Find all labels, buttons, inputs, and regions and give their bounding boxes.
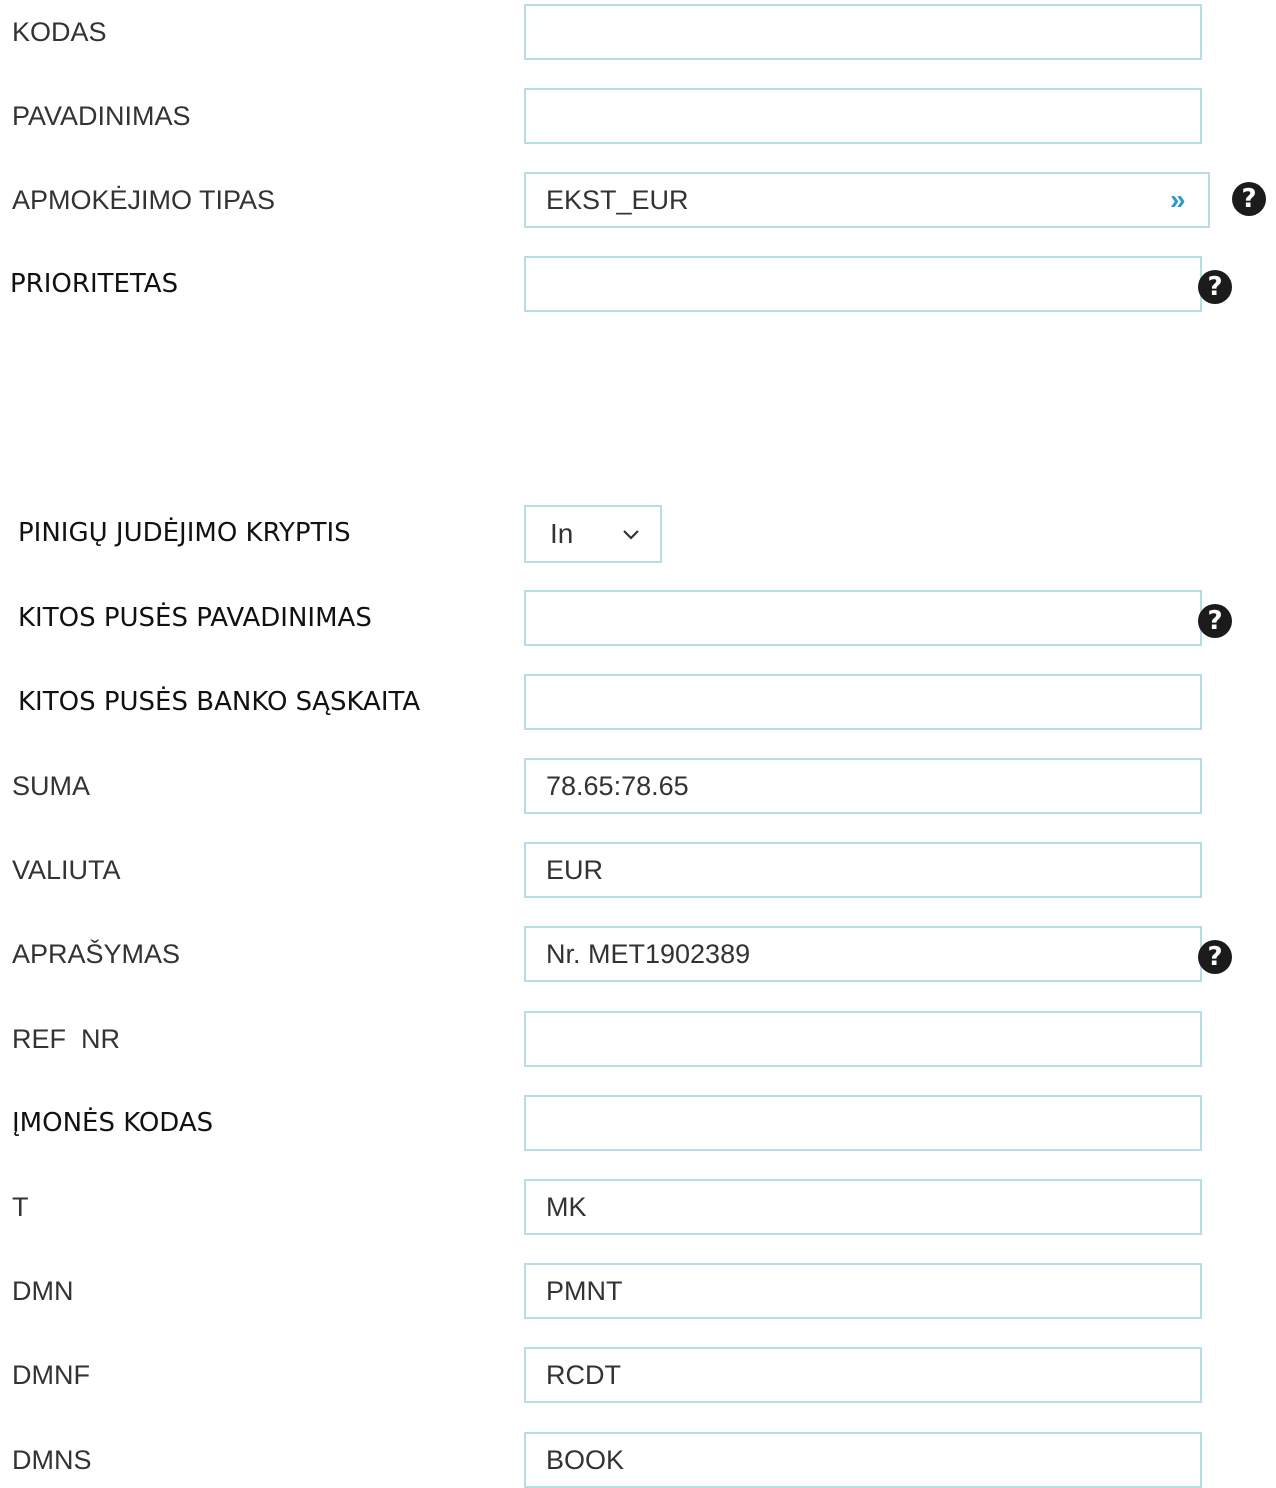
ref-nr-input[interactable] (524, 1011, 1202, 1067)
pinigu-judejimo-kryptis-select[interactable]: In (524, 505, 662, 563)
label-dmn: DMN (12, 1276, 74, 1306)
label-aprasymas: APRAŠYMAS (12, 939, 181, 969)
label-ref-nr: REF NR (12, 1024, 120, 1054)
row-suma: SUMA (0, 758, 1276, 814)
label-prioritetas: PRIORITETAS (10, 269, 179, 299)
label-kodas: KODAS (12, 17, 107, 47)
prioritetas-input[interactable] (524, 256, 1202, 312)
kodas-input[interactable] (524, 4, 1202, 60)
row-kodas: KODAS (0, 4, 1276, 60)
row-kitos-puses-banko-saskaita: KITOS PUSĖS BANKO SĄSKAITA (0, 674, 1276, 730)
aprasymas-input[interactable] (524, 926, 1202, 982)
label-kitos-puses-banko-saskaita: KITOS PUSĖS BANKO SĄSKAITA (18, 687, 421, 717)
row-dmnf: DMNF (0, 1347, 1276, 1403)
row-ref-nr: REF NR (0, 1011, 1276, 1067)
question-circle-icon[interactable]: ? (1198, 270, 1232, 304)
row-aprasymas: APRAŠYMAS ? (0, 926, 1276, 982)
row-dmns: DMNS (0, 1432, 1276, 1488)
row-pavadinimas: PAVADINIMAS (0, 88, 1276, 144)
row-t: T (0, 1179, 1276, 1235)
row-apmokejimo-tipas: APMOKĖJIMO TIPAS » ? (0, 172, 1276, 228)
payment-filter-form: KODAS PAVADINIMAS APMOKĖJIMO TIPAS » ? P… (0, 0, 1276, 1488)
dmns-input[interactable] (524, 1432, 1202, 1488)
kitos-puses-banko-saskaita-input[interactable] (524, 674, 1202, 730)
label-suma: SUMA (12, 771, 91, 801)
apmokejimo-tipas-input[interactable] (524, 172, 1210, 228)
row-kitos-puses-pavadinimas: KITOS PUSĖS PAVADINIMAS ? (0, 590, 1276, 646)
question-circle-icon[interactable]: ? (1198, 940, 1232, 974)
row-pinigu-judejimo-kryptis: PINIGŲ JUDĖJIMO KRYPTIS In (0, 505, 1276, 563)
label-dmnf: DMNF (12, 1360, 90, 1390)
label-valiuta: VALIUTA (12, 855, 121, 885)
label-kitos-puses-pavadinimas: KITOS PUSĖS PAVADINIMAS (18, 603, 372, 633)
select-value: In (550, 518, 574, 549)
chevron-down-icon (623, 530, 639, 540)
pavadinimas-input[interactable] (524, 88, 1202, 144)
dmnf-input[interactable] (524, 1347, 1202, 1403)
question-circle-icon[interactable]: ? (1232, 182, 1266, 216)
row-valiuta: VALIUTA (0, 842, 1276, 898)
suma-input[interactable] (524, 758, 1202, 814)
imones-kodas-input[interactable] (524, 1095, 1202, 1151)
label-imones-kodas: ĮMONĖS KODAS (12, 1108, 214, 1138)
label-pavadinimas: PAVADINIMAS (12, 101, 191, 131)
valiuta-input[interactable] (524, 842, 1202, 898)
label-dmns: DMNS (12, 1445, 92, 1475)
label-apmokejimo-tipas: APMOKĖJIMO TIPAS (12, 185, 276, 215)
label-t: T (12, 1192, 29, 1222)
t-input[interactable] (524, 1179, 1202, 1235)
double-chevron-right-icon[interactable]: » (1170, 172, 1186, 228)
label-pinigu-judejimo-kryptis: PINIGŲ JUDĖJIMO KRYPTIS (18, 518, 351, 548)
kitos-puses-pavadinimas-input[interactable] (524, 590, 1202, 646)
dmn-input[interactable] (524, 1263, 1202, 1319)
row-dmn: DMN (0, 1263, 1276, 1319)
row-imones-kodas: ĮMONĖS KODAS (0, 1095, 1276, 1151)
row-prioritetas: PRIORITETAS ? (0, 256, 1276, 312)
question-circle-icon[interactable]: ? (1198, 604, 1232, 638)
